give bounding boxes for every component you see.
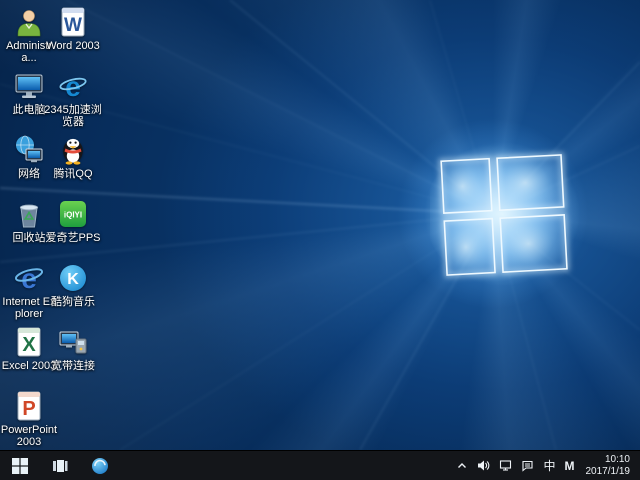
svg-text:X: X: [22, 334, 36, 356]
icon-label: Word 2003: [46, 40, 100, 52]
icon-label: 酷狗音乐: [51, 296, 95, 308]
windows-logo-icon: [12, 458, 28, 474]
chevron-up-icon: [456, 460, 468, 472]
task-view-icon: [52, 458, 68, 474]
desktop-icon-word-2003[interactable]: W Word 2003: [40, 6, 106, 70]
icon-label: 2345加速浏览器: [40, 104, 106, 128]
2345-browser-icon: e: [57, 70, 89, 102]
desktop-icon-tencent-qq[interactable]: 腾讯QQ: [40, 134, 106, 198]
speaker-icon: [477, 459, 490, 472]
task-view-button[interactable]: [40, 451, 80, 480]
icon-label: 腾讯QQ: [53, 168, 92, 180]
start-button[interactable]: [0, 451, 40, 480]
network-button[interactable]: [499, 451, 512, 480]
icon-label: 宽带连接: [51, 360, 95, 372]
taskbar-clock[interactable]: 10:10 2017/1/19: [584, 454, 633, 478]
windows-hero-logo: [430, 138, 590, 298]
browser-circle-icon: [91, 457, 109, 475]
svg-text:iQIYI: iQIYI: [64, 211, 82, 220]
volume-button[interactable]: [477, 451, 490, 480]
desktop-icon-iqiyi-pps[interactable]: iQIYI 爱奇艺PPS: [40, 198, 106, 262]
svg-text:K: K: [67, 271, 79, 288]
svg-text:W: W: [64, 15, 82, 36]
desktop-icon-broadband-connection[interactable]: 宽带连接: [40, 326, 106, 390]
icon-label: 爱奇艺PPS: [45, 232, 100, 244]
word-icon: W: [57, 6, 89, 38]
desktop-screen: Administra... 此电脑: [0, 0, 640, 480]
hidden-icons-button[interactable]: [456, 451, 468, 480]
desktop-icon-column-2: W Word 2003 e 2345加速浏览器: [40, 6, 106, 454]
broadband-connection-icon: [57, 326, 89, 358]
system-tray: 中 M 10:10 2017/1/19: [456, 451, 640, 480]
taskbar: 中 M 10:10 2017/1/19: [0, 450, 640, 480]
svg-text:P: P: [22, 398, 35, 420]
action-center-icon: [521, 459, 534, 472]
qq-penguin-icon: [57, 134, 89, 166]
action-center-button[interactable]: [521, 451, 534, 480]
kugou-music-icon: K: [57, 262, 89, 294]
clock-time: 10:10: [586, 454, 631, 466]
browser-taskbar-button[interactable]: [80, 451, 120, 480]
ime-language-indicator[interactable]: 中: [543, 451, 555, 480]
iqiyi-pps-icon: iQIYI: [57, 198, 89, 230]
desktop-icon-kugou-music[interactable]: K 酷狗音乐: [40, 262, 106, 326]
clock-date: 2017/1/19: [586, 466, 631, 478]
desktop-icon-2345-browser[interactable]: e 2345加速浏览器: [40, 70, 106, 134]
icon-label: 网络: [18, 168, 40, 180]
sogou-input-indicator[interactable]: M: [565, 451, 575, 480]
network-monitor-icon: [499, 459, 512, 472]
